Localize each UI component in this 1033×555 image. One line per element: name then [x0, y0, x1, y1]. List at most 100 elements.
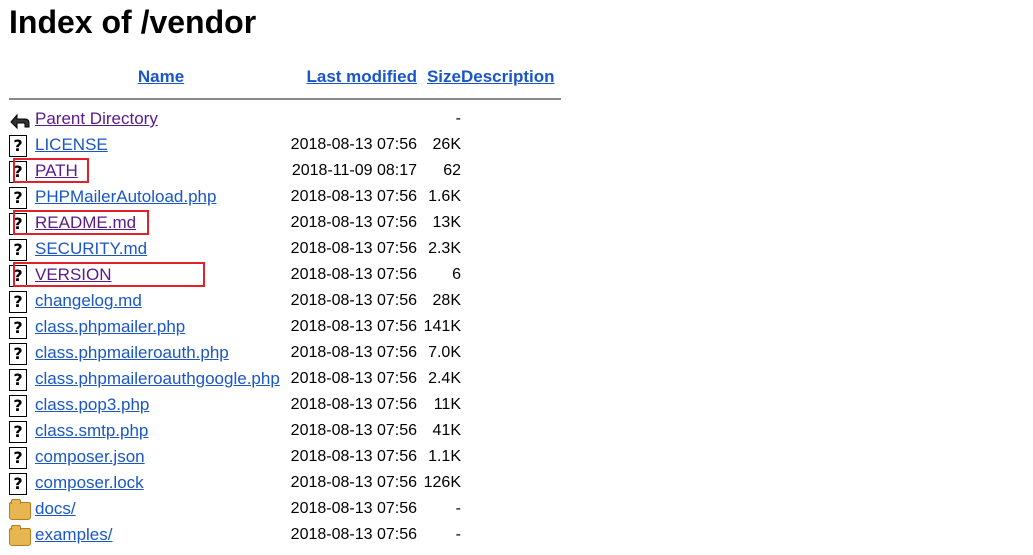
row-icon-cell	[9, 106, 35, 132]
table-row: ? class.smtp.php 2018-08-13 07:56 41K	[9, 418, 561, 444]
row-last-modified: 2018-08-13 07:56	[290, 214, 417, 231]
sort-by-name-link[interactable]: Name	[138, 67, 184, 86]
row-icon-cell: ?	[9, 340, 35, 366]
row-description	[461, 340, 561, 366]
header-size: Size	[417, 64, 461, 90]
file-link[interactable]: LICENSE	[35, 135, 108, 154]
row-description	[461, 158, 561, 184]
row-size: -	[455, 526, 461, 543]
row-description	[461, 392, 561, 418]
file-link[interactable]: composer.json	[35, 447, 145, 466]
file-link[interactable]: composer.lock	[35, 473, 144, 492]
row-icon-cell: ?	[9, 470, 35, 496]
row-description	[461, 262, 561, 288]
sort-by-description-link[interactable]: Description	[461, 67, 555, 86]
file-link[interactable]: examples/	[35, 525, 112, 544]
row-last-modified: 2018-08-13 07:56	[290, 422, 417, 439]
row-description	[461, 314, 561, 340]
folder-icon	[9, 499, 31, 520]
table-row: ? composer.lock 2018-08-13 07:56 126K	[9, 470, 561, 496]
file-link[interactable]: class.phpmailer.php	[35, 317, 185, 336]
row-description	[461, 106, 561, 132]
row-last-modified: 2018-08-13 07:56	[290, 136, 417, 153]
unknown-file-icon: ?	[9, 186, 27, 209]
row-last-modified: 2018-08-13 07:56	[290, 370, 417, 387]
row-last-modified: 2018-08-13 07:56	[290, 396, 417, 413]
page-title: Index of /vendor	[9, 4, 257, 40]
file-table: Name Last modified Size Description Pare…	[9, 64, 561, 548]
table-row: ? changelog.md 2018-08-13 07:56 28K	[9, 288, 561, 314]
file-link[interactable]: SECURITY.md	[35, 239, 147, 258]
unknown-file-icon: ?	[9, 368, 27, 391]
unknown-file-icon: ?	[9, 420, 27, 443]
table-row: ? class.phpmaileroauthgoogle.php 2018-08-1…	[9, 366, 561, 392]
row-last-modified	[287, 106, 417, 132]
unknown-file-icon: ?	[9, 472, 27, 495]
file-link[interactable]: PHPMailerAutoload.php	[35, 187, 216, 206]
header-last-modified: Last modified	[287, 64, 417, 90]
table-row: ? PATH 2018-11-09 08:17 62	[9, 158, 561, 184]
row-size: 11K	[433, 396, 461, 413]
unknown-file-icon: ?	[9, 134, 27, 157]
row-last-modified: 2018-08-13 07:56	[290, 474, 417, 491]
sort-by-last-modified-link[interactable]: Last modified	[306, 67, 417, 86]
row-icon-cell: ?	[9, 288, 35, 314]
row-icon-cell: ?	[9, 184, 35, 210]
file-link[interactable]: class.pop3.php	[35, 395, 149, 414]
row-description	[461, 236, 561, 262]
row-size: 2.4K	[428, 370, 461, 387]
row-description	[461, 288, 561, 314]
unknown-file-icon: ?	[9, 394, 27, 417]
unknown-file-icon: ?	[9, 290, 27, 313]
header-divider-cell	[9, 90, 561, 106]
row-description	[461, 210, 561, 236]
unknown-file-icon: ?	[9, 238, 27, 261]
sort-by-size-link[interactable]: Size	[427, 67, 461, 86]
table-row: ? LICENSE 2018-08-13 07:56 26K	[9, 132, 561, 158]
unknown-file-icon: ?	[9, 446, 27, 469]
header-description: Description	[461, 64, 561, 90]
file-link[interactable]: class.smtp.php	[35, 421, 148, 440]
row-size: 28K	[432, 292, 461, 309]
row-size: 6	[452, 266, 461, 283]
row-last-modified: 2018-08-13 07:56	[290, 448, 417, 465]
folder-icon	[9, 525, 31, 546]
row-name-cell: docs/	[35, 496, 287, 522]
file-link[interactable]: class.phpmaileroauth.php	[35, 343, 229, 362]
row-icon-cell: ?	[9, 132, 35, 158]
row-description	[461, 470, 561, 496]
table-row: Parent Directory -	[9, 106, 561, 132]
row-size: 1.6K	[428, 188, 461, 205]
file-link[interactable]: class.phpmaileroauthgoogle.php	[35, 369, 280, 388]
table-row: ? class.phpmaileroauth.php 2018-08-13 07:5…	[9, 340, 561, 366]
file-link[interactable]: Parent Directory	[35, 109, 158, 128]
row-last-modified: 2018-08-13 07:56	[290, 500, 417, 517]
row-name-cell: examples/	[35, 522, 287, 548]
file-link[interactable]: changelog.md	[35, 291, 142, 310]
row-size: 41K	[432, 422, 461, 439]
row-description	[461, 132, 561, 158]
row-last-modified: 2018-08-13 07:56	[290, 266, 417, 283]
row-name-cell: Parent Directory	[35, 106, 287, 132]
row-name-cell: class.phpmailer.php	[35, 314, 287, 340]
row-description	[461, 366, 561, 392]
row-icon-cell: ?	[9, 392, 35, 418]
row-name-cell: PHPMailerAutoload.php	[35, 184, 287, 210]
row-last-modified: 2018-08-13 07:56	[290, 318, 417, 335]
header-icon-spacer	[9, 64, 35, 90]
unknown-file-icon: ?	[9, 342, 27, 365]
row-size: -	[455, 110, 461, 127]
row-icon-cell: ?	[9, 366, 35, 392]
highlight-box	[13, 210, 149, 235]
table-row: ? class.pop3.php 2018-08-13 07:56 11K	[9, 392, 561, 418]
table-row: examples/2018-08-13 07:56 -	[9, 522, 561, 548]
row-description	[461, 184, 561, 210]
row-name-cell: changelog.md	[35, 288, 287, 314]
row-last-modified: 2018-08-13 07:56	[290, 292, 417, 309]
row-last-modified: 2018-11-09 08:17	[291, 162, 417, 179]
table-row: ? composer.json 2018-08-13 07:56 1.1K	[9, 444, 561, 470]
row-name-cell: composer.lock	[35, 470, 287, 496]
file-link[interactable]: docs/	[35, 499, 76, 518]
back-icon	[10, 113, 30, 129]
header-divider	[9, 98, 561, 100]
